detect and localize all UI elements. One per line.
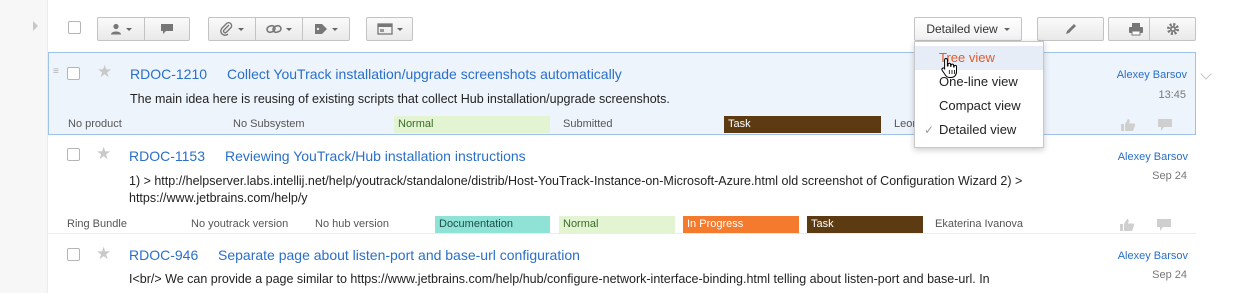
- tag-icon: [315, 24, 327, 34]
- field-assignee[interactable]: Ekaterina Ivanova: [931, 216, 1051, 233]
- issue-id-link[interactable]: RDOC-1153: [129, 148, 205, 164]
- assign-comment-group: [97, 17, 190, 41]
- issue-summary-link[interactable]: Collect YouTrack installation/upgrade sc…: [227, 66, 622, 82]
- field-state[interactable]: In Progress: [683, 216, 799, 233]
- chevron-down-icon: [396, 27, 403, 31]
- issue-row[interactable]: ★ RDOC-946 Separate page about listen-po…: [48, 236, 1196, 293]
- issue-date: Sep 24: [1152, 269, 1187, 281]
- issue-checkbox[interactable]: [67, 67, 80, 80]
- field-hub-version[interactable]: No hub version: [311, 216, 431, 233]
- reply-icon[interactable]: [1156, 218, 1172, 232]
- expand-sidebar-icon[interactable]: [33, 21, 38, 31]
- attachment-icon: [220, 22, 233, 36]
- field-priority[interactable]: Normal: [394, 116, 550, 133]
- issue-summary-link[interactable]: Separate page about listen-port and base…: [218, 247, 580, 263]
- tag-button[interactable]: [302, 17, 350, 41]
- menu-item-detailed-view[interactable]: ✓ Detailed view: [915, 118, 1043, 142]
- drag-handle[interactable]: ≡: [53, 67, 59, 77]
- field-assignee[interactable]: Leon: [890, 116, 915, 133]
- field-state[interactable]: Submitted: [559, 116, 719, 133]
- toolbar: Detailed view: [48, 0, 1242, 52]
- star-icon[interactable]: ★: [96, 145, 111, 162]
- issue-id-link[interactable]: RDOC-946: [129, 247, 198, 263]
- panel-icon: [376, 23, 393, 35]
- view-mode-label: Detailed view: [926, 22, 998, 36]
- thumbs-up-icon[interactable]: [1120, 118, 1136, 132]
- field-type[interactable]: Task: [807, 216, 923, 233]
- chevron-down-icon: [238, 27, 244, 31]
- menu-item-label: Detailed view: [939, 122, 1017, 137]
- settings-button[interactable]: [1149, 17, 1196, 41]
- comment-button[interactable]: [144, 17, 190, 41]
- chevron-down-icon: [286, 27, 292, 31]
- field-product[interactable]: Ring Bundle: [63, 216, 183, 233]
- field-subsystem[interactable]: No Subsystem: [229, 116, 389, 133]
- edit-button[interactable]: [1037, 17, 1104, 41]
- field-subsystem[interactable]: Documentation: [435, 216, 550, 233]
- menu-item-one-line-view[interactable]: One-line view: [915, 70, 1043, 94]
- checkmark-icon: ✓: [924, 123, 935, 137]
- issue-checkbox[interactable]: [67, 148, 80, 161]
- chevron-down-icon: [332, 27, 338, 31]
- field-priority[interactable]: Normal: [559, 216, 675, 233]
- chevron-down-icon: [1003, 27, 1010, 31]
- issue-checkbox[interactable]: [67, 248, 80, 261]
- user-icon: [111, 23, 121, 35]
- link-icon: [266, 24, 282, 34]
- issue-date: 13:45: [1158, 89, 1186, 101]
- field-product[interactable]: No product: [64, 116, 224, 133]
- field-type[interactable]: Task: [724, 116, 881, 133]
- settings-icon: [1166, 23, 1179, 35]
- issue-date: Sep 24: [1152, 170, 1187, 182]
- chevron-down-icon[interactable]: [1200, 68, 1212, 80]
- issue-summary-link[interactable]: Reviewing YouTrack/Hub installation inst…: [225, 148, 526, 164]
- star-icon[interactable]: ★: [96, 245, 111, 262]
- assign-button[interactable]: [97, 17, 145, 41]
- issue-description-line2: https://www.jetbrains.com/help/y: [129, 191, 308, 205]
- thumbs-up-icon[interactable]: [1119, 218, 1135, 232]
- issue-description: The main idea here is reusing of existin…: [130, 92, 670, 106]
- issue-description: I<br/> We can provide a page similar to …: [129, 272, 990, 286]
- issue-author[interactable]: Alexey Barsov: [1117, 69, 1187, 81]
- issue-author[interactable]: Alexey Barsov: [1118, 250, 1188, 262]
- select-all-checkbox[interactable]: [68, 21, 81, 34]
- field-youtrack-version[interactable]: No youtrack version: [187, 216, 307, 233]
- view-mode-button[interactable]: Detailed view: [914, 17, 1022, 41]
- menu-item-compact-view[interactable]: Compact view: [915, 94, 1043, 118]
- reply-icon[interactable]: [1157, 118, 1173, 132]
- menu-item-label: Compact view: [939, 98, 1021, 113]
- left-gutter: [0, 0, 48, 293]
- issue-id-link[interactable]: RDOC-1210: [130, 66, 207, 82]
- hand-cursor-icon: [941, 57, 957, 78]
- issue-author[interactable]: Alexey Barsov: [1118, 151, 1188, 163]
- menu-item-tree-view[interactable]: Tree view: [915, 46, 1043, 70]
- issue-row[interactable]: ★ RDOC-1153 Reviewing YouTrack/Hub insta…: [48, 137, 1196, 234]
- print-icon: [1129, 23, 1143, 36]
- star-icon[interactable]: ★: [97, 63, 112, 80]
- edit-icon: [1065, 24, 1076, 34]
- chevron-down-icon: [126, 27, 132, 31]
- comment-icon: [161, 24, 173, 34]
- link-button[interactable]: [255, 17, 303, 41]
- attach-link-tag-group: [208, 17, 350, 41]
- panel-options-button[interactable]: [366, 17, 413, 41]
- view-mode-menu: Tree view One-line view Compact view ✓ D…: [914, 41, 1044, 148]
- attachment-button[interactable]: [208, 17, 256, 41]
